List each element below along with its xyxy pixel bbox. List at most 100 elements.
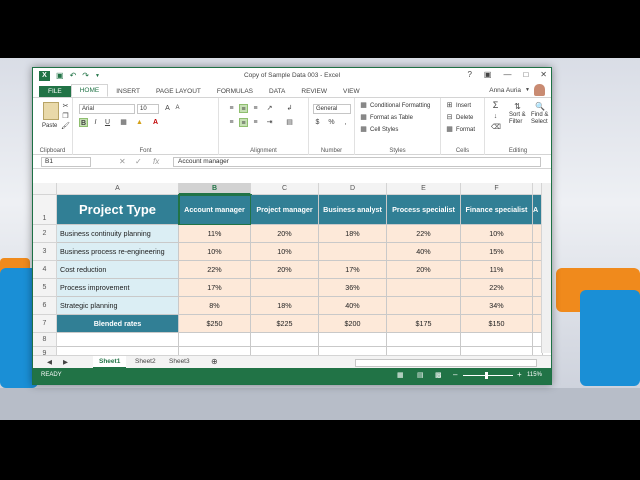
tab-formulas[interactable]: FORMULAS (209, 86, 261, 97)
minimize-icon[interactable]: — (503, 70, 511, 79)
percent-button[interactable]: % (327, 118, 336, 127)
vertical-scrollbar[interactable] (541, 183, 551, 353)
row-header-3[interactable]: 3 (33, 243, 57, 261)
value-cell[interactable]: 17% (319, 261, 387, 279)
value-cell[interactable] (251, 279, 319, 297)
header-cell[interactable]: Business analyst (319, 195, 387, 225)
empty-cell[interactable] (251, 333, 319, 347)
font-name-select[interactable]: Arial (79, 104, 135, 114)
merge-center-icon[interactable]: ▤ (285, 118, 294, 127)
tab-page-layout[interactable]: PAGE LAYOUT (148, 86, 209, 97)
align-top-icon[interactable]: ≡ (227, 104, 236, 113)
number-format-select[interactable]: General (313, 104, 351, 114)
value-cell[interactable] (387, 297, 461, 315)
zoom-slider[interactable] (463, 375, 513, 376)
page-break-view-icon[interactable]: ▩ (435, 371, 442, 379)
cell-styles-button[interactable]: Cell Styles (370, 127, 398, 133)
table-title[interactable]: Project Type (57, 195, 179, 225)
align-center-icon[interactable]: ≡ (239, 118, 248, 127)
delete-button[interactable]: Delete (456, 115, 473, 121)
clear-icon[interactable]: ⌫ (491, 123, 501, 132)
fill-icon[interactable]: ↓ (491, 112, 500, 121)
tab-file[interactable]: FILE (39, 86, 71, 97)
tab-insert[interactable]: INSERT (108, 86, 148, 97)
empty-cell[interactable] (179, 333, 251, 347)
help-icon[interactable]: ? (467, 70, 471, 79)
tab-home[interactable]: HOME (70, 84, 109, 97)
align-bottom-icon[interactable]: ≡ (251, 104, 260, 113)
value-cell[interactable]: 20% (251, 261, 319, 279)
format-button[interactable]: Format (456, 127, 475, 133)
font-color-icon[interactable]: A (151, 118, 160, 127)
shrink-font-icon[interactable]: A (173, 104, 182, 113)
zoom-slider-thumb[interactable] (485, 372, 488, 379)
select-all-corner[interactable] (33, 183, 57, 195)
maximize-icon[interactable]: □ (523, 70, 528, 79)
conditional-formatting-button[interactable]: Conditional Formatting (370, 103, 430, 109)
value-cell[interactable]: 22% (461, 279, 533, 297)
row-label-cell[interactable]: Strategic planning (57, 297, 179, 315)
blended-rate-cell[interactable]: $200 (319, 315, 387, 333)
value-cell[interactable]: 40% (387, 243, 461, 261)
grow-font-icon[interactable]: A (163, 104, 172, 113)
blended-rate-cell[interactable]: $250 (179, 315, 251, 333)
empty-cell[interactable] (461, 333, 533, 347)
blended-rate-cell[interactable]: $175 (387, 315, 461, 333)
align-left-icon[interactable]: ≡ (227, 118, 236, 127)
insert-button[interactable]: Insert (456, 103, 471, 109)
copy-icon[interactable]: ❐ (61, 112, 70, 121)
column-header-d[interactable]: D (319, 183, 387, 195)
header-cell[interactable]: Process specialist (387, 195, 461, 225)
value-cell[interactable]: 10% (179, 243, 251, 261)
column-header-c[interactable]: C (251, 183, 319, 195)
value-cell[interactable]: 11% (461, 261, 533, 279)
format-as-table-button[interactable]: Format as Table (370, 115, 413, 121)
close-icon[interactable]: ✕ (540, 70, 547, 79)
wrap-text-icon[interactable]: ↲ (285, 104, 294, 113)
page-layout-view-icon[interactable]: ▤ (417, 371, 424, 379)
format-painter-icon[interactable]: 🖌 (61, 122, 70, 131)
prev-sheet-icon[interactable]: ◀ (41, 356, 58, 368)
value-cell[interactable]: 20% (387, 261, 461, 279)
borders-icon[interactable]: ▦ (119, 118, 128, 127)
sort-label[interactable]: Sort & (509, 112, 526, 118)
blended-rate-cell[interactable]: $225 (251, 315, 319, 333)
value-cell[interactable]: 40% (319, 297, 387, 315)
user-account[interactable]: Anna Auria ▼ (489, 84, 545, 96)
autosum-icon[interactable]: Σ (491, 101, 500, 110)
empty-cell[interactable] (319, 333, 387, 347)
paste-icon[interactable] (43, 102, 59, 120)
empty-cell[interactable] (387, 333, 461, 347)
find-label[interactable]: Find & (531, 112, 548, 118)
value-cell[interactable]: 10% (461, 225, 533, 243)
indent-icon[interactable]: ⇥ (265, 118, 274, 127)
name-box[interactable]: B1 (41, 157, 91, 167)
blended-rate-cell[interactable]: $150 (461, 315, 533, 333)
header-cell[interactable]: Account manager (178, 194, 252, 226)
row-header-1[interactable]: 1 (33, 195, 57, 225)
zoom-level[interactable]: 115% (527, 372, 542, 378)
value-cell[interactable]: 22% (179, 261, 251, 279)
value-cell[interactable]: 20% (251, 225, 319, 243)
row-label-cell[interactable]: Business process re-engineering (57, 243, 179, 261)
row-label-cell[interactable]: Cost reduction (57, 261, 179, 279)
row-header-5[interactable]: 5 (33, 279, 57, 297)
cancel-icon[interactable]: ✕ (119, 157, 126, 166)
cut-icon[interactable]: ✂ (61, 102, 70, 111)
value-cell[interactable]: 17% (179, 279, 251, 297)
normal-view-icon[interactable]: ▦ (397, 371, 404, 379)
add-sheet-icon[interactable]: ⊕ (205, 356, 224, 368)
value-cell[interactable]: 18% (319, 225, 387, 243)
empty-cell[interactable] (57, 333, 179, 347)
align-right-icon[interactable]: ≡ (251, 118, 260, 127)
row-label-cell[interactable]: Business continuity planning (57, 225, 179, 243)
formula-input[interactable]: Account manager (173, 157, 541, 167)
value-cell[interactable]: 15% (461, 243, 533, 261)
row-header-8[interactable]: 8 (33, 333, 57, 347)
row-header-7[interactable]: 7 (33, 315, 57, 333)
row-label-cell[interactable]: Process improvement (57, 279, 179, 297)
underline-button[interactable]: U (103, 118, 112, 127)
header-cell[interactable]: Finance specialist (461, 195, 533, 225)
column-header-f[interactable]: F (461, 183, 533, 195)
currency-button[interactable]: $ (313, 118, 322, 127)
